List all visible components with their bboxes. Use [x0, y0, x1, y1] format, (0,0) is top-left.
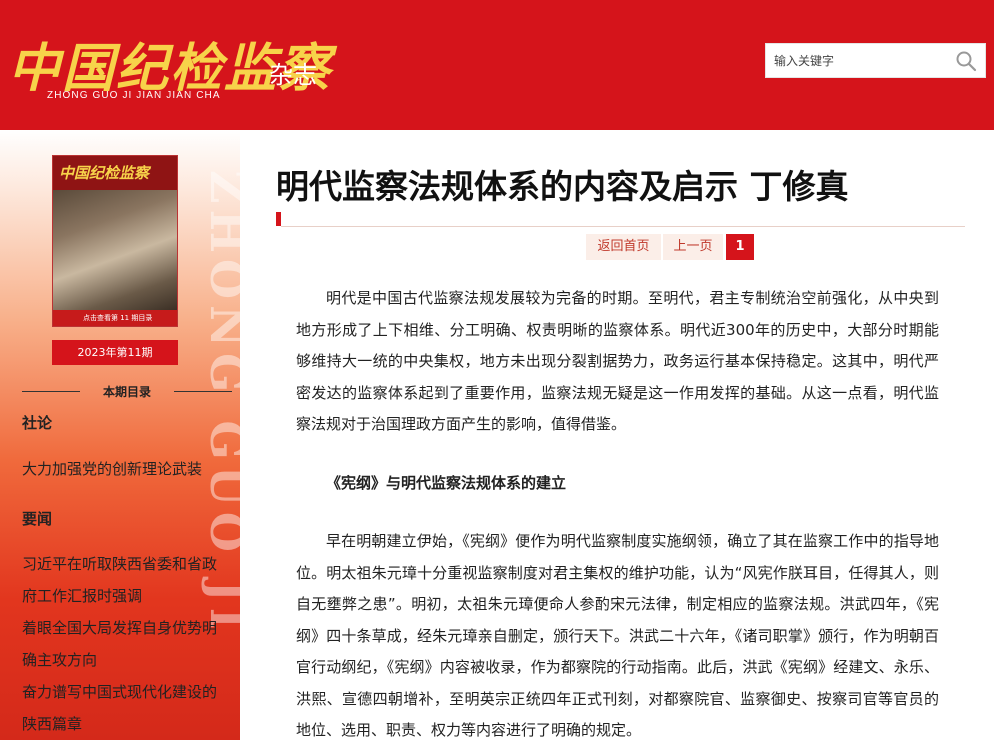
article-paragraph: 早在明朝建立伊始，《宪纲》便作为明代监察制度实施纲领，确立了其在监察工作中的指导…	[296, 532, 939, 739]
divider	[174, 391, 232, 392]
toc-item[interactable]: 大力加强党的创新理论武装	[22, 453, 222, 485]
toc-item[interactable]: 习近平在听取陕西省委和省政府工作汇报时强调	[22, 548, 222, 612]
home-link[interactable]: 返回首页	[586, 234, 661, 260]
article-subheading: 《宪纲》与明代监察法规体系的建立	[326, 473, 567, 492]
logo-pinyin: ZHONG GUO JI JIAN JIAN CHA	[47, 90, 221, 101]
search-input[interactable]	[774, 51, 944, 71]
cover-title: 中国纪检监察	[59, 164, 150, 182]
search-box	[765, 43, 986, 78]
toc-item[interactable]: 着眼全国大局发挥自身优势明确主攻方向	[22, 612, 222, 676]
toc-section-editorial: 社论	[22, 414, 53, 432]
search-icon[interactable]	[955, 50, 977, 72]
current-page[interactable]: 1	[726, 234, 754, 260]
toc-section-news: 要闻	[22, 510, 53, 528]
article-paragraph: 明代是中国古代监察法规发展较为完备的时期。至明代，君主专制统治空前强化，从中央到…	[296, 289, 939, 433]
issue-label[interactable]: 2023年第11期	[52, 340, 178, 365]
cover-photo	[53, 190, 177, 310]
toc-heading: 本期目录	[22, 382, 232, 402]
title-accent-bar	[276, 212, 281, 226]
magazine-cover[interactable]: 中国纪检监察 点击查看第 11 期目录	[52, 155, 178, 327]
cover-caption: 点击查看第 11 期目录	[83, 314, 153, 322]
prev-page-link[interactable]: 上一页	[663, 234, 723, 260]
site-header: 中国纪检监察 ZHONG GUO JI JIAN JIAN CHA 杂志	[0, 0, 994, 130]
article-title: 明代监察法规体系的内容及启示 丁修真	[276, 167, 849, 206]
logo-suffix: 杂志	[269, 61, 317, 89]
title-divider	[281, 226, 965, 227]
toc-item[interactable]: 奋力谱写中国式现代化建设的陕西篇章	[22, 676, 222, 740]
sidebar: ZHONG GUO JI 中国纪检监察 点击查看第 11 期目录 2023年第1…	[0, 130, 240, 740]
article-body: 明代是中国古代监察法规发展较为完备的时期。至明代，君主专制统治空前强化，从中央到…	[296, 283, 939, 747]
